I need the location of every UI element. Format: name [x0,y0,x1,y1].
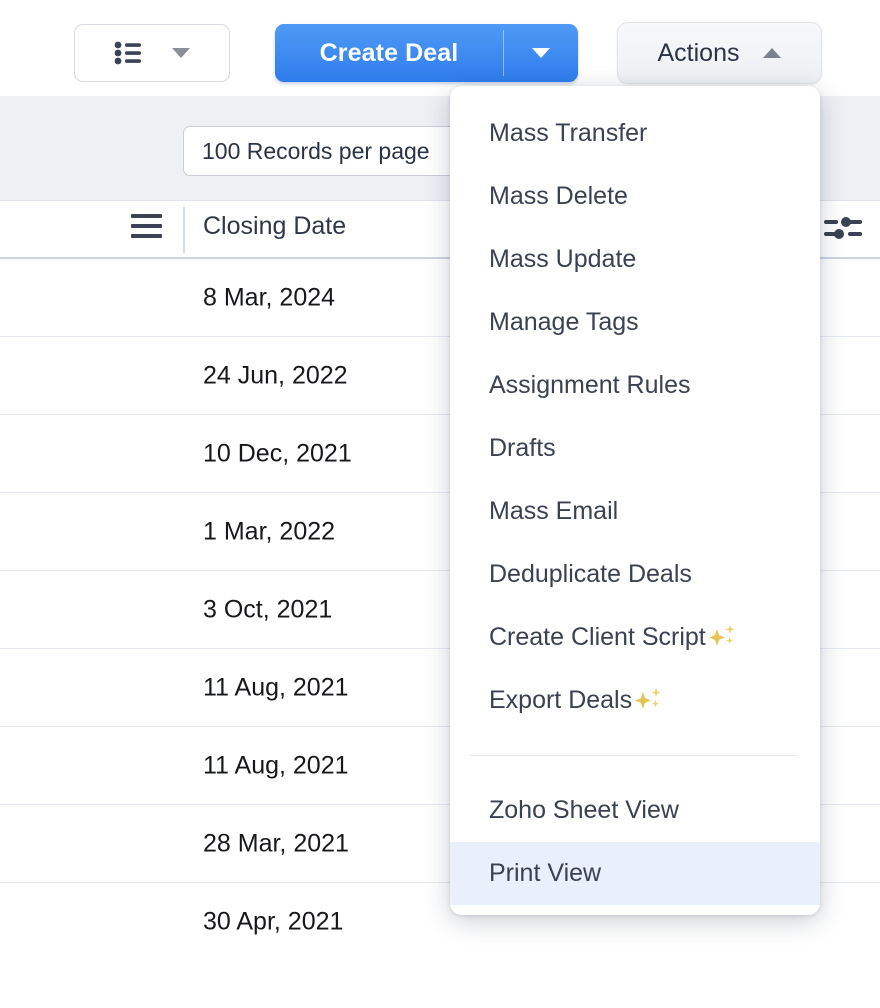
menu-item-label: Manage Tags [489,308,639,336]
sliders-icon[interactable] [822,211,864,245]
menu-item-label: Create Client Script [489,623,706,651]
menu-item-zoho-sheet-view[interactable]: Zoho Sheet View [450,779,820,842]
records-per-page-select[interactable]: 100 Records per page [183,126,483,176]
create-deal-dropdown-button[interactable] [504,24,578,82]
menu-item-mass-update[interactable]: Mass Update [450,228,820,291]
chevron-down-icon [172,48,190,58]
menu-item-mass-delete[interactable]: Mass Delete [450,165,820,228]
menu-item-create-client-script[interactable]: Create Client Script [450,606,820,669]
actions-dropdown-menu: Mass Transfer Mass Delete Mass Update Ma… [450,86,820,915]
cell-closing-date: 11 Aug, 2021 [203,751,349,779]
cell-closing-date: 10 Dec, 2021 [203,439,352,467]
hamburger-line [131,234,162,238]
create-deal-button[interactable]: Create Deal [275,24,503,82]
list-bullet-icon [114,41,142,65]
chevron-down-icon [532,48,550,58]
menu-item-drafts[interactable]: Drafts [450,417,820,480]
menu-item-label: Print View [489,859,602,887]
create-deal-button-group[interactable]: Create Deal [275,24,578,82]
cell-closing-date: 28 Mar, 2021 [203,829,349,857]
menu-item-label: Mass Email [489,497,619,525]
menu-item-label: Deduplicate Deals [489,560,692,588]
cell-closing-date: 3 Oct, 2021 [203,595,333,623]
cell-closing-date: 24 Jun, 2022 [203,361,348,389]
menu-item-assignment-rules[interactable]: Assignment Rules [450,354,820,417]
column-header-closing-date[interactable]: Closing Date [203,212,346,241]
crm-deals-screen: Create Deal Actions 100 Records per page… [0,0,880,1008]
menu-item-deduplicate-deals[interactable]: Deduplicate Deals [450,543,820,606]
menu-item-manage-tags[interactable]: Manage Tags [450,291,820,354]
menu-item-export-deals[interactable]: Export Deals [450,669,820,732]
menu-item-mass-transfer[interactable]: Mass Transfer [450,102,820,165]
hamburger-line [131,224,162,228]
cell-closing-date: 11 Aug, 2021 [203,673,349,701]
list-view-selector-button[interactable] [74,24,230,82]
menu-item-print-view[interactable]: Print View [450,842,820,905]
menu-item-label: Mass Delete [489,182,628,210]
sparkles-icon [707,623,737,653]
cell-closing-date: 1 Mar, 2022 [203,517,336,545]
cell-closing-date: 8 Mar, 2024 [203,283,336,311]
menu-item-label: Mass Transfer [489,119,648,147]
actions-button[interactable]: Actions [617,22,822,84]
sparkles-icon [633,686,663,716]
cell-closing-date: 30 Apr, 2021 [203,907,344,936]
menu-item-mass-email[interactable]: Mass Email [450,480,820,543]
hamburger-icon[interactable] [131,214,162,238]
top-toolbar: Create Deal Actions [0,0,880,96]
menu-item-label: Zoho Sheet View [489,796,679,824]
menu-item-label: Drafts [489,434,556,462]
menu-item-label: Mass Update [489,245,637,273]
actions-button-label: Actions [657,38,740,67]
menu-item-label: Export Deals [489,686,633,714]
hamburger-line [131,214,162,218]
header-divider [183,207,185,253]
menu-item-label: Assignment Rules [489,371,691,399]
chevron-up-icon [763,48,782,58]
records-per-page-value: 100 Records per page [202,137,430,164]
menu-separator [470,755,798,756]
